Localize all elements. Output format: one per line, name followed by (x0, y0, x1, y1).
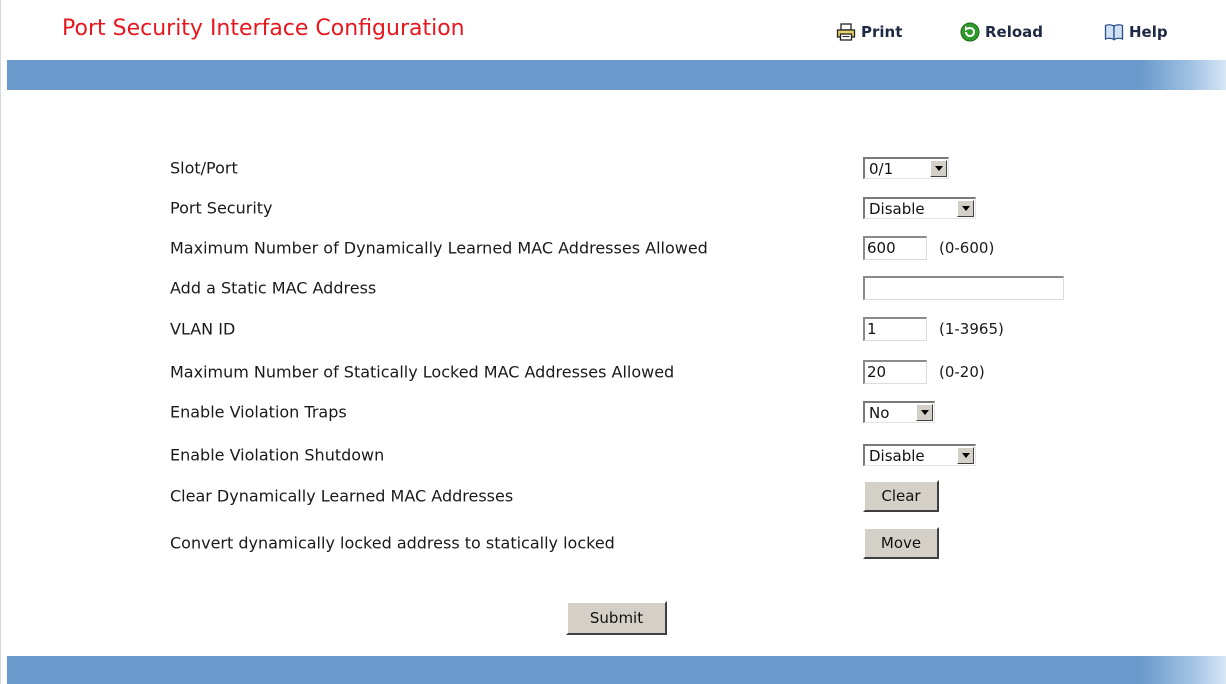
form-row-clear-dynamic: Clear Dynamically Learned MAC Addresses … (0, 478, 1226, 514)
header-band (7, 60, 1226, 90)
form-row-port-security: Port Security Disable (0, 190, 1226, 226)
form-row-slot-port: Slot/Port 0/1 (0, 150, 1226, 186)
static-mac-input[interactable] (863, 276, 1064, 300)
form-row-violation-traps: Enable Violation Traps No (0, 394, 1226, 430)
form-row-max-dynamic: Maximum Number of Dynamically Learned MA… (0, 230, 1226, 266)
page-header: Port Security Interface Configuration Pr… (0, 0, 1226, 60)
slot-port-value: 0/1 (869, 159, 894, 178)
static-mac-label: Add a Static MAC Address (170, 278, 377, 298)
port-security-value: Disable (869, 199, 925, 218)
port-security-label: Port Security (170, 198, 273, 218)
help-label: Help (1129, 23, 1168, 41)
clear-button[interactable]: Clear (863, 480, 939, 512)
form-row-convert-locked: Convert dynamically locked address to st… (0, 525, 1226, 561)
vlan-id-input[interactable]: 1 (863, 317, 927, 341)
form-row-static-mac: Add a Static MAC Address (0, 270, 1226, 306)
violation-traps-label: Enable Violation Traps (170, 402, 347, 422)
vlan-id-label: VLAN ID (170, 319, 236, 339)
book-icon (1104, 23, 1124, 41)
reload-label: Reload (985, 23, 1044, 41)
reload-icon (960, 22, 980, 42)
form-row-vlan-id: VLAN ID 1 (1-3965) (0, 311, 1226, 347)
slot-port-label: Slot/Port (170, 158, 238, 178)
printer-icon (836, 23, 856, 41)
footer-band (7, 656, 1226, 684)
violation-shutdown-label: Enable Violation Shutdown (170, 445, 385, 465)
page-title: Port Security Interface Configuration (62, 16, 465, 41)
max-static-label: Maximum Number of Statically Locked MAC … (170, 362, 675, 382)
vlan-id-range: (1-3965) (939, 320, 1004, 338)
clear-dynamic-label: Clear Dynamically Learned MAC Addresses (170, 486, 514, 506)
chevron-down-icon (916, 404, 933, 421)
submit-button[interactable]: Submit (566, 601, 667, 635)
form-row-violation-shutdown: Enable Violation Shutdown Disable (0, 437, 1226, 473)
help-button[interactable]: Help (1104, 20, 1168, 44)
reload-button[interactable]: Reload (960, 20, 1043, 44)
form-row-max-static: Maximum Number of Statically Locked MAC … (0, 354, 1226, 390)
port-security-select[interactable]: Disable (863, 197, 976, 219)
chevron-down-icon (957, 200, 974, 217)
print-label: Print (861, 23, 903, 41)
violation-shutdown-value: Disable (869, 446, 925, 465)
convert-locked-label: Convert dynamically locked address to st… (170, 533, 615, 553)
max-dynamic-range: (0-600) (939, 239, 995, 257)
slot-port-select[interactable]: 0/1 (863, 157, 949, 179)
max-static-input[interactable]: 20 (863, 360, 927, 384)
move-button[interactable]: Move (863, 527, 939, 559)
violation-traps-value: No (869, 403, 890, 422)
violation-traps-select[interactable]: No (863, 401, 935, 423)
chevron-down-icon (957, 447, 974, 464)
max-static-range: (0-20) (939, 363, 985, 381)
print-button[interactable]: Print (836, 20, 902, 44)
chevron-down-icon (930, 160, 947, 177)
violation-shutdown-select[interactable]: Disable (863, 444, 976, 466)
max-dynamic-input[interactable]: 600 (863, 236, 927, 260)
max-dynamic-label: Maximum Number of Dynamically Learned MA… (170, 238, 708, 258)
